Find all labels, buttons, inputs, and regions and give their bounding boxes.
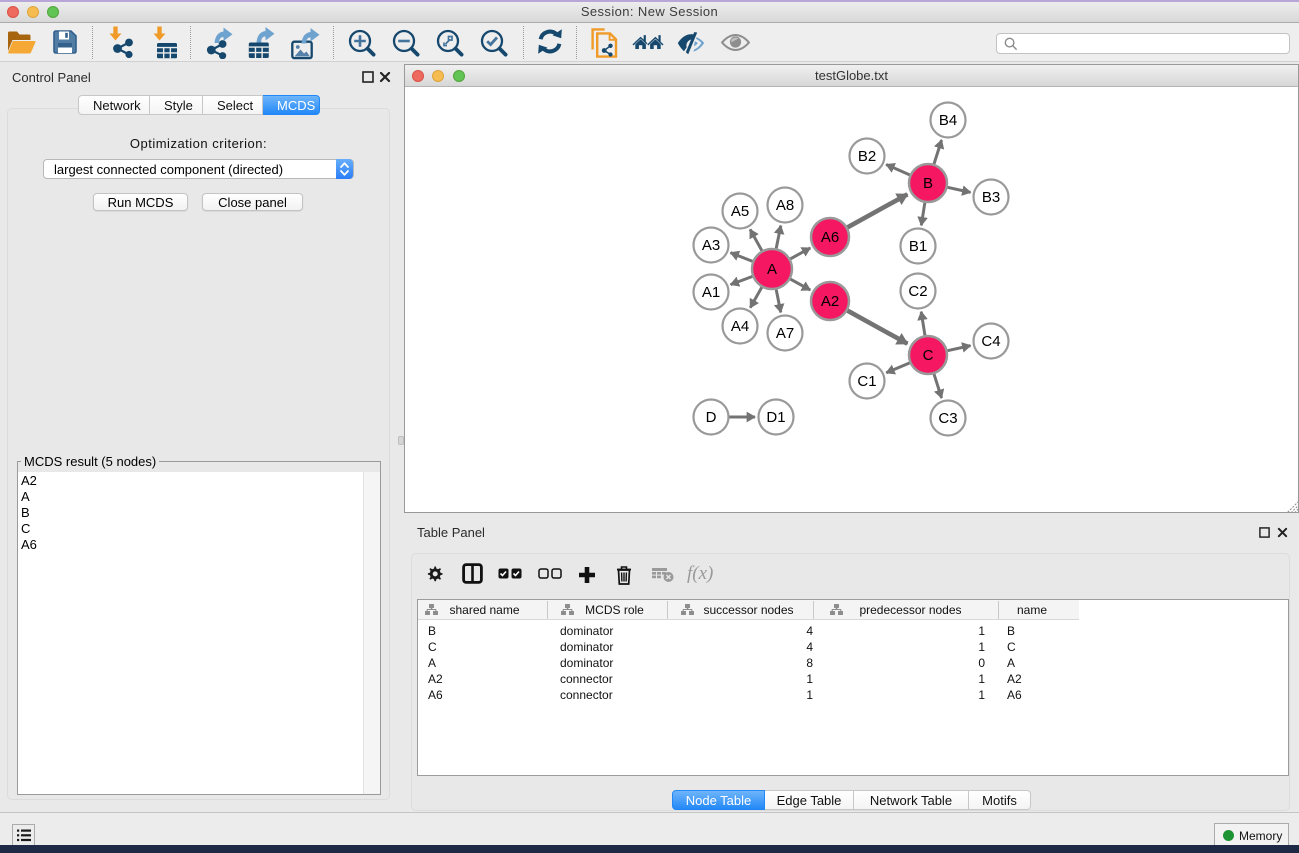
svg-text:B3: B3 [982, 189, 1000, 206]
svg-text:A2: A2 [821, 293, 839, 310]
svg-text:C4: C4 [981, 333, 1000, 350]
svg-text:A5: A5 [731, 203, 749, 220]
svg-text:A7: A7 [776, 325, 794, 342]
svg-text:A1: A1 [702, 284, 720, 301]
svg-text:C3: C3 [938, 410, 957, 427]
svg-text:A4: A4 [731, 318, 749, 335]
svg-text:D: D [706, 409, 717, 426]
svg-text:B: B [923, 175, 933, 192]
svg-text:C: C [923, 347, 934, 364]
svg-text:C1: C1 [857, 373, 876, 390]
svg-text:D1: D1 [766, 409, 785, 426]
svg-text:B2: B2 [858, 148, 876, 165]
svg-text:B4: B4 [939, 112, 957, 129]
svg-text:A6: A6 [821, 229, 839, 246]
svg-text:C2: C2 [908, 283, 927, 300]
svg-text:A8: A8 [776, 197, 794, 214]
svg-text:B1: B1 [909, 238, 927, 255]
svg-text:A3: A3 [702, 237, 720, 254]
svg-text:A: A [767, 261, 777, 278]
